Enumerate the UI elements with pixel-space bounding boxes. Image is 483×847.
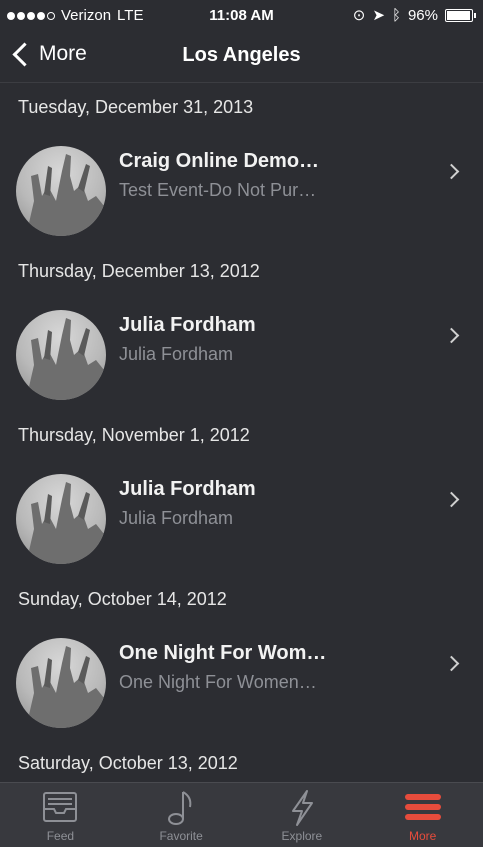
section-header: Tuesday, December 31, 2013: [18, 96, 254, 117]
event-thumbnail: [16, 146, 106, 236]
tab-feed[interactable]: Feed: [0, 783, 121, 847]
tab-more[interactable]: More: [362, 783, 483, 847]
event-row[interactable]: Julia Fordham Julia Fordham: [0, 458, 483, 576]
event-thumbnail: [16, 474, 106, 564]
section-header: Thursday, December 13, 2012: [18, 260, 260, 281]
section-header: Saturday, October 13, 2012: [18, 752, 238, 773]
event-title: Craig Online Demo…: [119, 150, 320, 172]
inbox-icon: [43, 792, 78, 822]
bluetooth-icon: ᛒ: [391, 6, 401, 24]
event-row[interactable]: Craig Online Demo… Test Event-Do Not Pur…: [0, 130, 483, 248]
status-bar: Verizon LTE 11:08 AM ⊙ ➤ ᛒ 96%: [0, 0, 483, 32]
event-row[interactable]: Julia Fordham Julia Fordham: [0, 294, 483, 412]
lightning-icon: [291, 790, 313, 826]
tab-label: Favorite: [159, 829, 203, 843]
event-row[interactable]: One Night For Wom… One Night For Women…: [0, 622, 483, 740]
event-thumbnail: [16, 638, 106, 728]
event-title: One Night For Wom…: [119, 642, 327, 664]
event-title: Julia Fordham: [119, 314, 256, 336]
battery-icon: [445, 8, 476, 22]
concert-crowd-icon: [26, 646, 106, 728]
section-header: Thursday, November 1, 2012: [18, 424, 250, 445]
rotation-lock-icon: ⊙: [352, 7, 366, 24]
events-list: Tuesday, December 31, 2013 Craig Online …: [0, 84, 483, 786]
event-thumbnail: [16, 310, 106, 400]
menu-icon: [404, 794, 441, 820]
tab-bar: Feed Favorite Explore More: [0, 782, 483, 847]
tab-favorite[interactable]: Favorite: [121, 783, 242, 847]
tab-label: More: [408, 829, 437, 843]
tab-label: Explore: [281, 829, 323, 843]
navigation-bar: More Los Angeles: [0, 32, 483, 83]
chevron-right-icon: [443, 491, 460, 508]
event-subtitle: One Night For Women…: [119, 672, 317, 692]
tab-label: Feed: [46, 829, 75, 843]
concert-crowd-icon: [26, 318, 106, 400]
event-subtitle: Test Event-Do Not Pur…: [119, 180, 317, 200]
music-note-icon: [168, 791, 192, 825]
chevron-right-icon: [443, 655, 460, 672]
section-header: Sunday, October 14, 2012: [18, 588, 227, 609]
concert-crowd-icon: [26, 154, 106, 236]
event-subtitle: Julia Fordham: [119, 344, 234, 364]
event-subtitle: Julia Fordham: [119, 508, 234, 528]
tab-explore[interactable]: Explore: [242, 783, 363, 847]
page-title: Los Angeles: [182, 44, 301, 66]
chevron-right-icon: [443, 327, 460, 344]
chevron-right-icon: [443, 163, 460, 180]
event-title: Julia Fordham: [119, 478, 256, 500]
battery-percent: 96%: [407, 6, 438, 24]
concert-crowd-icon: [26, 482, 106, 564]
location-icon: ➤: [372, 7, 385, 24]
